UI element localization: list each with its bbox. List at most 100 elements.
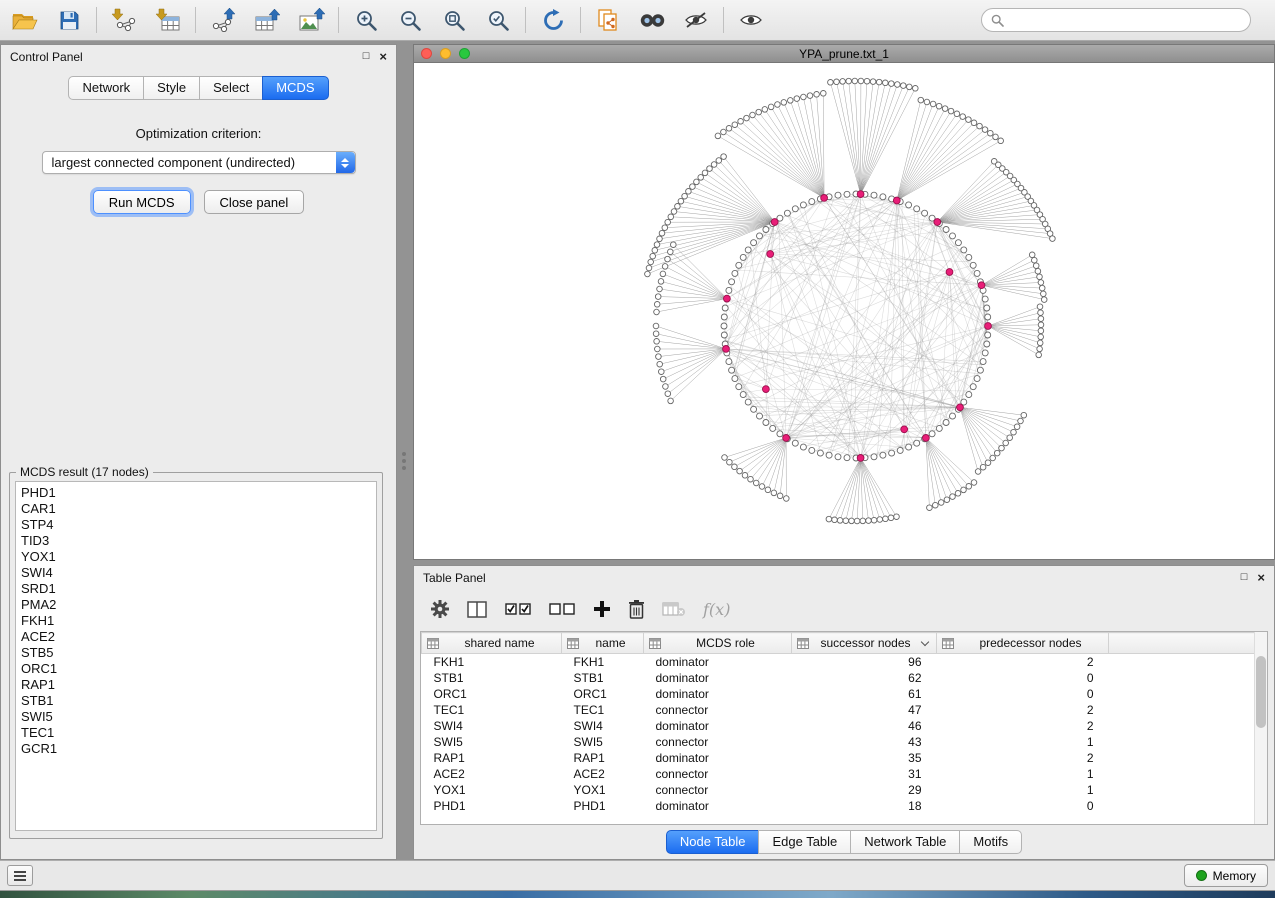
table-close-panel-icon[interactable]: × xyxy=(1257,571,1265,584)
close-panel-icon[interactable]: × xyxy=(379,50,387,63)
table-row[interactable]: YOX1YOX1connector291 xyxy=(422,782,1255,798)
zoom-in-button[interactable] xyxy=(351,3,381,37)
window-minimize-button[interactable] xyxy=(440,48,451,59)
columns-icon xyxy=(467,600,488,619)
cell-predecessor-nodes: 2 xyxy=(937,654,1109,670)
table-settings-button[interactable] xyxy=(430,599,450,619)
mcds-result-item[interactable]: FKH1 xyxy=(21,613,371,629)
cell-filler xyxy=(1109,702,1255,718)
panel-splitter[interactable] xyxy=(397,44,413,860)
float-panel-icon[interactable]: □ xyxy=(363,51,370,62)
table-row[interactable]: SWI5SWI5connector431 xyxy=(422,734,1255,750)
mcds-result-item[interactable]: CAR1 xyxy=(21,501,371,517)
export-image-button[interactable] xyxy=(296,3,326,37)
network-canvas[interactable] xyxy=(414,63,1274,559)
zoom-out-button[interactable] xyxy=(395,3,425,37)
mcds-result-item[interactable]: ACE2 xyxy=(21,629,371,645)
cell-MCDS-role: connector xyxy=(644,782,792,798)
main-toolbar xyxy=(0,0,1275,41)
mcds-result-item[interactable]: PHD1 xyxy=(21,485,371,501)
table-panel-header: Table Panel □ × xyxy=(414,566,1274,589)
refresh-view-button[interactable] xyxy=(538,3,568,37)
export-network-button[interactable] xyxy=(208,3,238,37)
mcds-result-item[interactable]: STB5 xyxy=(21,645,371,661)
mcds-result-title: MCDS result (17 nodes) xyxy=(16,465,153,479)
table-row[interactable]: ACE2ACE2connector311 xyxy=(422,766,1255,782)
open-file-button[interactable] xyxy=(10,3,40,37)
function-builder-button[interactable]: f(x) xyxy=(703,600,730,619)
close-panel-button[interactable]: Close panel xyxy=(204,190,305,214)
table-tab-edge-table[interactable]: Edge Table xyxy=(758,830,851,854)
splitter-grip-icon[interactable] xyxy=(402,449,407,473)
mcds-result-item[interactable]: STB1 xyxy=(21,693,371,709)
export-table-button[interactable] xyxy=(252,3,282,37)
window-close-button[interactable] xyxy=(421,48,432,59)
table-row[interactable]: SWI4SWI4dominator462 xyxy=(422,718,1255,734)
search-input[interactable] xyxy=(1009,13,1241,27)
mcds-result-item[interactable]: STP4 xyxy=(21,517,371,533)
mcds-result-item[interactable]: GCR1 xyxy=(21,741,371,757)
mcds-result-item[interactable]: PMA2 xyxy=(21,597,371,613)
zoom-fit-button[interactable] xyxy=(439,3,469,37)
table-row[interactable]: STB1STB1dominator620 xyxy=(422,670,1255,686)
table-row[interactable]: ORC1ORC1dominator610 xyxy=(422,686,1255,702)
column-header-successor-nodes[interactable]: successor nodes xyxy=(792,633,937,654)
optimization-dropdown[interactable]: largest connected component (undirected) xyxy=(42,151,356,174)
mcds-result-item[interactable]: RAP1 xyxy=(21,677,371,693)
column-header-shared-name[interactable]: shared name xyxy=(422,633,562,654)
column-header-name[interactable]: name xyxy=(562,633,644,654)
column-header-predecessor-nodes[interactable]: predecessor nodes xyxy=(937,633,1109,654)
delete-table-icon xyxy=(662,601,686,617)
zoom-selected-button[interactable] xyxy=(483,3,513,37)
cell-name: STB1 xyxy=(562,670,644,686)
hide-selected-button[interactable] xyxy=(681,3,711,37)
mcds-result-item[interactable]: YOX1 xyxy=(21,549,371,565)
control-tab-style[interactable]: Style xyxy=(143,76,200,100)
mcds-result-item[interactable]: TEC1 xyxy=(21,725,371,741)
deselect-all-button[interactable] xyxy=(549,601,576,617)
mcds-result-item[interactable]: SRD1 xyxy=(21,581,371,597)
table-row[interactable]: TEC1TEC1connector472 xyxy=(422,702,1255,718)
table-float-panel-icon[interactable]: □ xyxy=(1241,572,1248,583)
show-all-button[interactable] xyxy=(736,3,766,37)
delete-column-button[interactable] xyxy=(628,599,645,620)
table-scrollbar[interactable] xyxy=(1254,632,1267,824)
add-column-button[interactable] xyxy=(593,600,611,618)
mcds-result-item[interactable]: TID3 xyxy=(21,533,371,549)
import-table-button[interactable] xyxy=(153,3,183,37)
show-columns-button[interactable] xyxy=(467,600,488,619)
table-icon xyxy=(567,638,579,649)
status-menu-button[interactable] xyxy=(7,865,33,886)
cell-predecessor-nodes: 1 xyxy=(937,766,1109,782)
control-tab-mcds[interactable]: MCDS xyxy=(262,76,328,100)
mcds-result-list[interactable]: PHD1CAR1STP4TID3YOX1SWI4SRD1PMA2FKH1ACE2… xyxy=(15,481,377,831)
control-tab-select[interactable]: Select xyxy=(199,76,263,100)
control-tab-network[interactable]: Network xyxy=(68,76,144,100)
mcds-result-item[interactable]: ORC1 xyxy=(21,661,371,677)
cell-name: ORC1 xyxy=(562,686,644,702)
scrollbar-thumb[interactable] xyxy=(1256,656,1266,728)
table-row[interactable]: PHD1PHD1dominator180 xyxy=(422,798,1255,814)
column-header-MCDS-role[interactable]: MCDS role xyxy=(644,633,792,654)
mcds-result-item[interactable]: SWI4 xyxy=(21,565,371,581)
table-row[interactable]: RAP1RAP1dominator352 xyxy=(422,750,1255,766)
import-network-button[interactable] xyxy=(109,3,139,37)
table-tab-node-table[interactable]: Node Table xyxy=(666,830,760,854)
dropdown-arrows-icon[interactable] xyxy=(336,152,355,173)
table-tab-network-table[interactable]: Network Table xyxy=(850,830,960,854)
network-window-titlebar[interactable]: YPA_prune.txt_1 xyxy=(414,45,1274,63)
window-maximize-button[interactable] xyxy=(459,48,470,59)
mcds-result-item[interactable]: SWI5 xyxy=(21,709,371,725)
select-all-button[interactable] xyxy=(505,601,532,617)
run-mcds-button[interactable]: Run MCDS xyxy=(93,190,191,214)
copy-network-button[interactable] xyxy=(593,3,623,37)
first-neighbors-button[interactable] xyxy=(637,3,667,37)
sort-descending-icon[interactable] xyxy=(921,637,929,645)
table-row[interactable]: FKH1FKH1dominator962 xyxy=(422,654,1255,670)
column-header-filler xyxy=(1109,633,1255,654)
save-session-button[interactable] xyxy=(54,3,84,37)
table-toolbar: f(x) xyxy=(414,589,1274,629)
table-tab-motifs[interactable]: Motifs xyxy=(959,830,1022,854)
memory-button[interactable]: Memory xyxy=(1184,864,1268,887)
desktop-wallpaper-strip xyxy=(0,891,1275,898)
